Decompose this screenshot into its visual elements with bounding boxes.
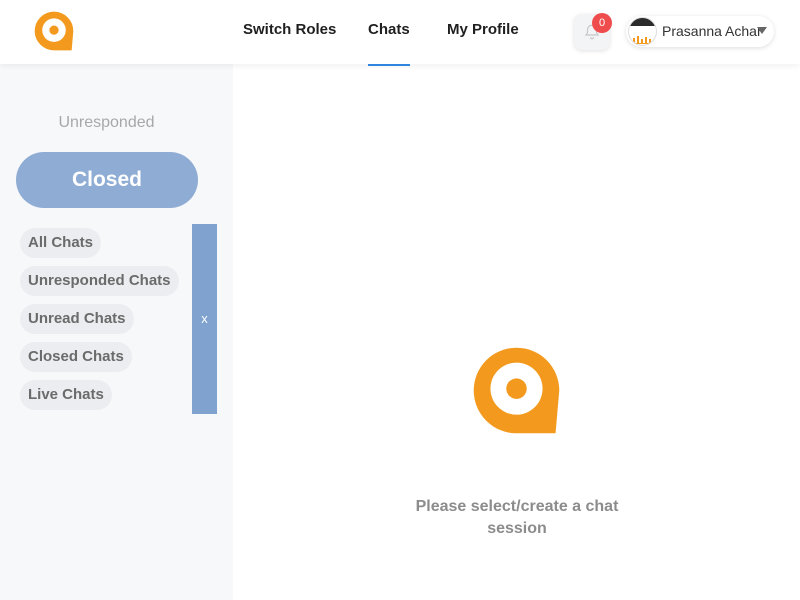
user-menu[interactable]: Prasanna Achar xyxy=(626,16,774,47)
nav-chats[interactable]: Chats xyxy=(368,0,410,66)
chevron-down-icon[interactable] xyxy=(757,27,767,35)
chat-main-panel: Please select/create a chat session xyxy=(233,64,800,600)
app-logo-icon[interactable] xyxy=(33,10,75,52)
filter-unresponded-chats[interactable]: Unresponded Chats xyxy=(20,266,179,296)
avatar xyxy=(628,17,657,46)
close-filter-panel-button[interactable]: x xyxy=(192,224,217,414)
top-header: Switch Roles Chats My Profile 0 Prasanna… xyxy=(0,0,800,66)
filter-live-chats[interactable]: Live Chats xyxy=(20,380,112,410)
nav-my-profile[interactable]: My Profile xyxy=(447,0,519,66)
notification-count-badge: 0 xyxy=(592,13,612,33)
filter-unread-chats[interactable]: Unread Chats xyxy=(20,304,134,334)
section-label: Unresponded xyxy=(58,114,155,131)
nav-switch-roles[interactable]: Switch Roles xyxy=(243,0,336,66)
chat-logo-icon xyxy=(473,347,560,434)
closed-button[interactable]: Closed xyxy=(16,152,198,208)
empty-state-message: Please select/create a chat session xyxy=(415,498,619,537)
sidebar: Unresponded Closed All Chats Unresponded… xyxy=(0,64,233,600)
filter-closed-chats[interactable]: Closed Chats xyxy=(20,342,132,372)
filter-all-chats[interactable]: All Chats xyxy=(20,228,102,258)
user-name: Prasanna Achar xyxy=(662,23,762,39)
